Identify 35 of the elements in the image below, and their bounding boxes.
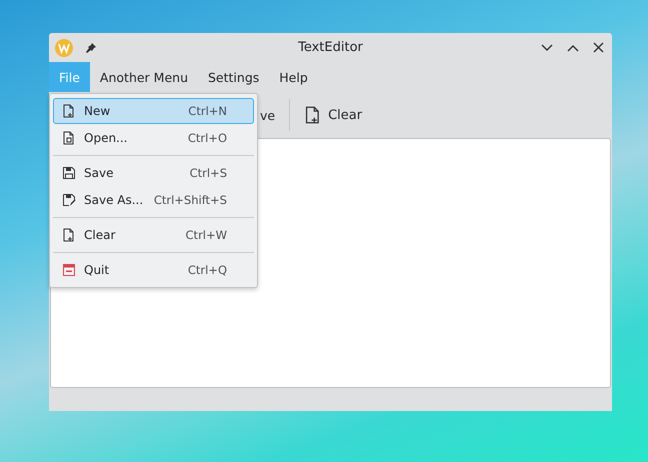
shortcut-label: Ctrl+Q <box>186 263 228 277</box>
shortcut-label: Ctrl+Shift+S <box>152 193 228 207</box>
shortcut-label: Ctrl+S <box>188 166 228 180</box>
menu-entry[interactable]: Save Ctrl+S <box>53 160 254 186</box>
menu-label: Open... <box>84 131 128 145</box>
menu-entry[interactable]: Quit Ctrl+Q <box>53 257 254 283</box>
shortcut-label: Ctrl+N <box>187 104 228 118</box>
toolbar-label: ve <box>260 108 276 122</box>
new-document-icon <box>62 104 76 118</box>
pin-icon[interactable] <box>85 42 97 54</box>
minimize-icon[interactable] <box>541 44 553 52</box>
shortcut-label: Ctrl+O <box>186 131 228 145</box>
open-document-icon <box>62 131 76 145</box>
clear-button[interactable]: Clear <box>298 102 368 128</box>
menu-label: Save As... <box>84 193 144 207</box>
app-logo-icon <box>55 38 73 56</box>
save-as-icon <box>62 193 76 207</box>
new-document-icon <box>62 228 76 242</box>
menu-label: New <box>84 104 110 118</box>
menu-label: Save <box>84 166 114 180</box>
window-title: TextEditor <box>298 40 363 55</box>
quit-icon <box>62 263 76 277</box>
menu-entry[interactable]: Open... Ctrl+O <box>53 125 254 151</box>
maximize-icon[interactable] <box>567 44 579 52</box>
menu-entry[interactable]: Clear Ctrl+W <box>53 222 254 248</box>
shortcut-label: Ctrl+W <box>184 228 228 242</box>
menu-entry[interactable]: Save As... Ctrl+Shift+S <box>53 187 254 213</box>
menu-item[interactable]: Another Menu <box>90 62 198 92</box>
menu-label: Clear <box>84 228 116 242</box>
menu-entry[interactable]: New Ctrl+N <box>53 98 254 124</box>
menu-item[interactable]: Help <box>269 62 318 92</box>
menu-item[interactable]: Settings <box>198 62 270 92</box>
save-icon <box>62 166 76 180</box>
close-icon[interactable] <box>593 42 604 53</box>
menu-label: Quit <box>84 263 110 277</box>
